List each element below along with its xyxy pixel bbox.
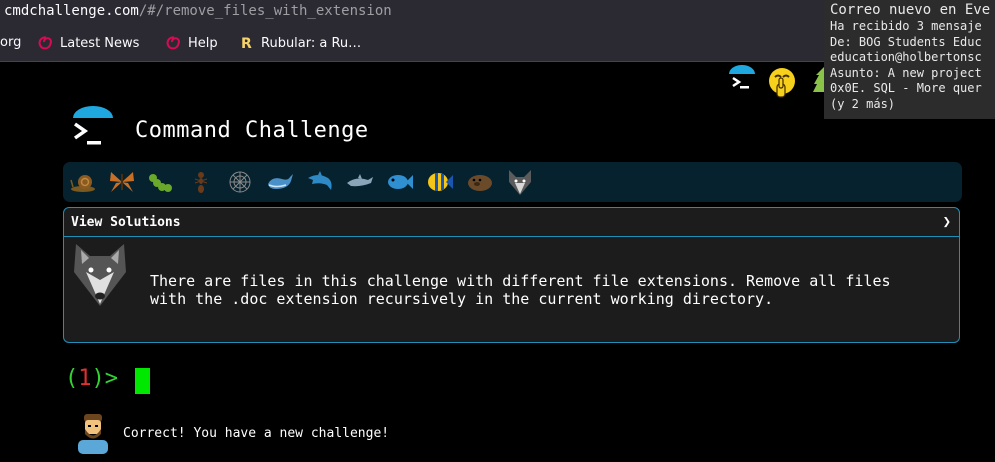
snail-icon[interactable] [69,168,97,196]
url-host: cmdchallenge.com [4,3,139,19]
bookmark-label: Latest News [60,35,140,51]
notification-line: Asunto: A new project [830,65,982,80]
spider-web-icon[interactable] [226,168,254,196]
bookmark-org[interactable]: org [0,35,21,50]
prompt-number: 1 [78,366,92,391]
notification-line: (y 2 más) [830,96,896,111]
debian-swirl-icon [37,35,53,51]
butterfly-icon[interactable] [108,168,136,196]
shushing-face-icon[interactable] [767,66,797,104]
url-path: /#/remove_files_with_extension [138,3,392,19]
tropical-fish-icon[interactable] [426,168,454,196]
view-solutions-header[interactable]: View Solutions ❯ [64,208,959,237]
bookmark-help[interactable]: Help [165,35,218,51]
svg-text:R: R [241,36,252,51]
prompt-open-paren: ( [65,366,79,391]
email-notification[interactable]: Correo nuevo en Eve Ha recibido 3 mensaj… [824,0,995,119]
fish-icon[interactable] [386,168,414,196]
bookmark-label: Help [188,35,218,51]
terminal-input-cursor[interactable] [135,368,150,394]
wolf-avatar-icon [72,242,128,312]
bearded-man-icon [76,412,110,458]
prompt-close: )> [91,366,119,391]
challenge-panel: View Solutions ❯ There are files in this… [63,207,960,343]
terminal-prompt: (1)> [65,366,118,391]
wolf-icon[interactable] [506,168,534,196]
challenge-description: There are files in this challenge with d… [150,272,891,308]
notification-line: education@holbertonsc [830,50,982,64]
view-solutions-label[interactable]: View Solutions [71,215,181,230]
bookmark-label: org [0,35,22,50]
seal-icon[interactable] [466,168,494,196]
bookmark-label: Rubular: a Ru… [261,35,362,51]
bookmark-rubular[interactable]: R Rubular: a Ru… [240,35,362,52]
notification-line: 0x0E. SQL - More quer [830,81,982,95]
command-challenge-logo-icon [70,106,116,154]
notification-line: Ha recibido 3 mensaje [830,19,982,33]
feedback-message: Correct! You have a new challenge! [123,426,390,441]
whale-icon[interactable] [266,168,294,196]
dolphin-icon[interactable] [346,168,374,196]
page-title: Command Challenge [135,118,369,143]
ant-icon[interactable] [187,168,215,196]
notification-title: Correo nuevo en Eve [830,2,991,18]
terminal-logo-icon[interactable] [727,64,757,98]
rubular-r-icon: R [240,35,254,51]
debian-swirl-icon [165,35,181,51]
bookmark-latest-news[interactable]: Latest News [37,35,139,51]
caterpillar-icon[interactable] [147,168,175,196]
notification-line: De: BOG Students Educ [830,34,982,49]
tree-icon[interactable] [811,66,825,96]
chevron-right-icon[interactable]: ❯ [943,214,951,230]
dolphin-blue-icon[interactable] [306,168,334,196]
level-bar [63,162,962,202]
